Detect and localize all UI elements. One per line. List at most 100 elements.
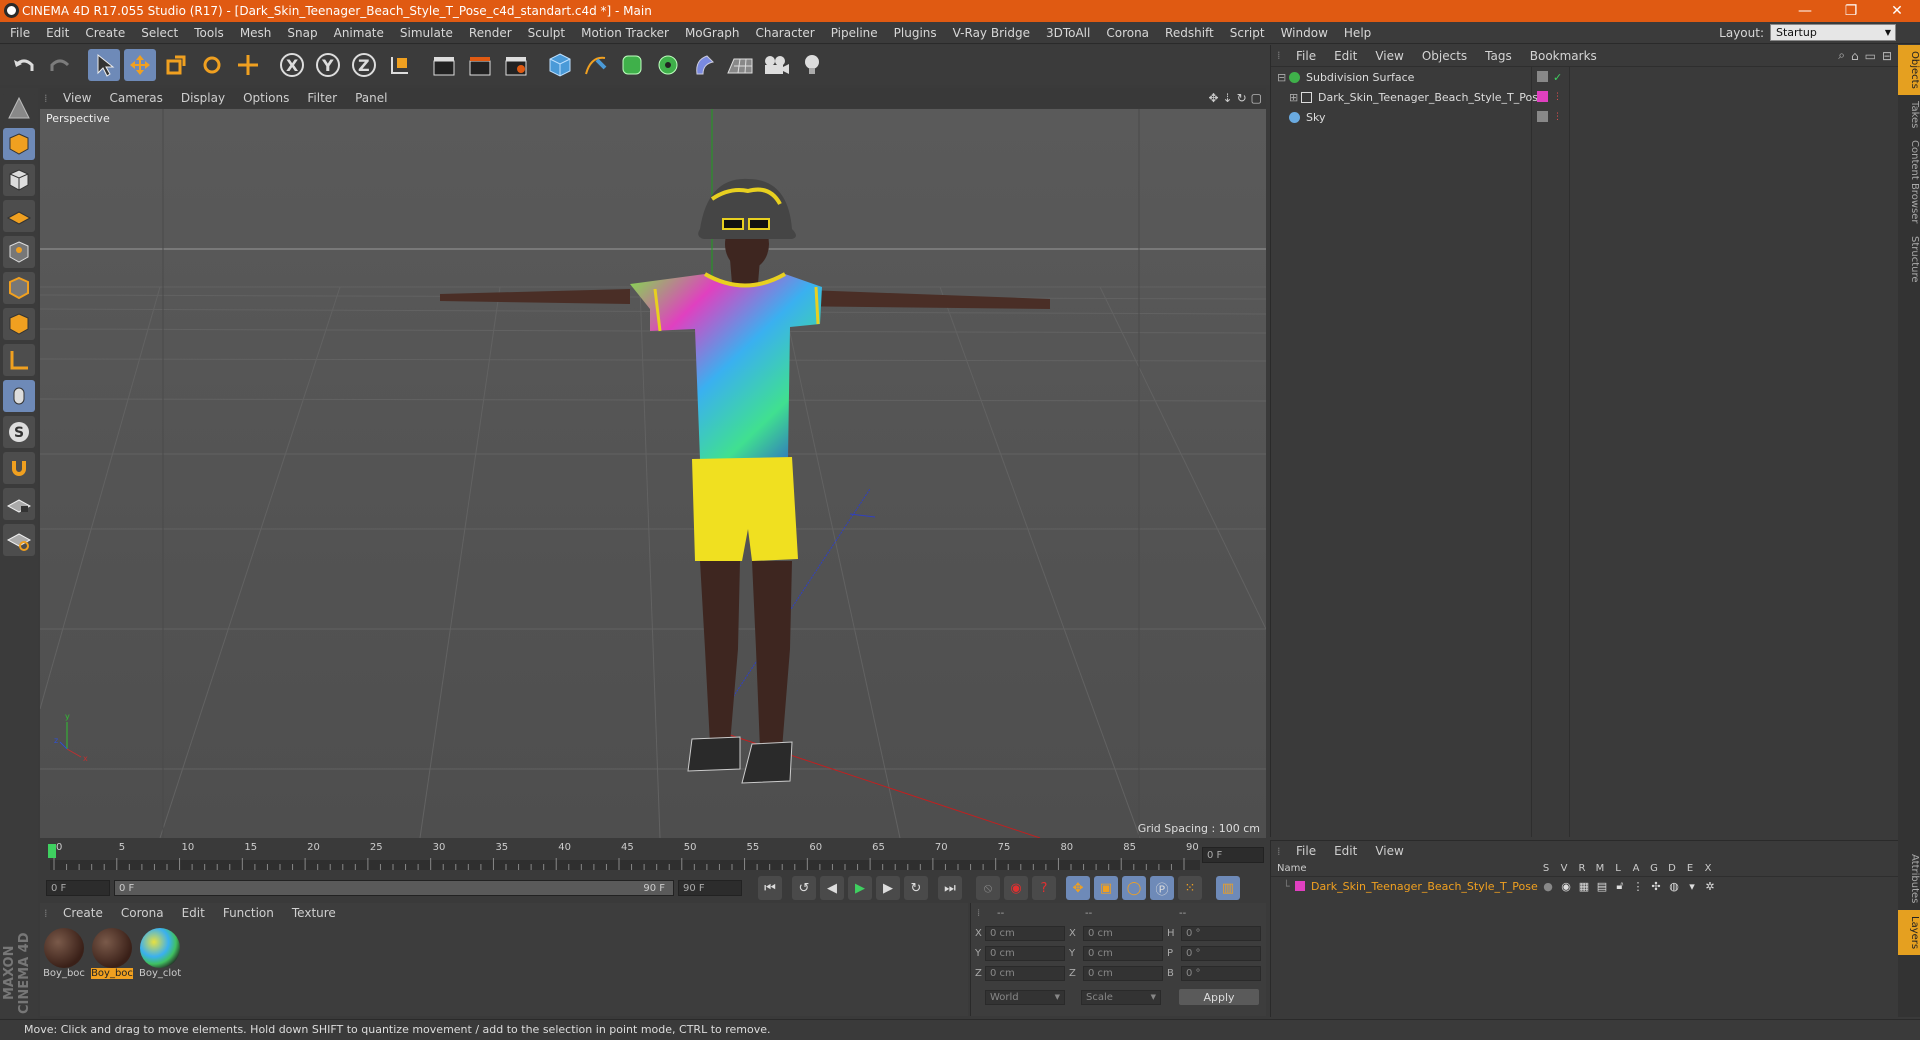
model-mode-button[interactable] [3,128,35,160]
axis-mode-button[interactable] [3,344,35,376]
undo-button[interactable] [8,49,40,81]
keyframe-selection-button[interactable]: ? [1032,876,1056,900]
make-editable-button[interactable] [3,92,35,124]
previous-frame-button[interactable]: ◀ [820,876,844,900]
material-swatch[interactable]: Boy_clot [139,926,181,984]
tab-attributes[interactable]: Attributes [1898,848,1920,909]
layer-menu-file[interactable]: File [1287,841,1325,861]
tab-objects[interactable]: Objects [1898,45,1920,95]
layer-menu-edit[interactable]: Edit [1325,841,1366,861]
deformer-button[interactable] [688,49,720,81]
layer-view-icon[interactable]: ◉ [1557,880,1575,893]
next-frame-button[interactable]: ▶ [876,876,900,900]
menu-item-motion-tracker[interactable]: Motion Tracker [573,22,677,44]
menu-item-plugins[interactable]: Plugins [886,22,945,44]
menu-item-character[interactable]: Character [747,22,822,44]
object-menu-view[interactable]: View [1366,45,1412,67]
visibility-dots-icon[interactable]: ⋮ [1553,92,1562,102]
array-button[interactable] [652,49,684,81]
z-axis-button[interactable]: Z [348,49,380,81]
position-y-field[interactable]: 0 cm [985,945,1065,961]
size-x-field[interactable]: 0 cm [1083,925,1163,941]
timeline-button[interactable]: ▥ [1216,876,1240,900]
tab-structure[interactable]: Structure [1898,230,1920,289]
object-row-character[interactable]: ⊞ Dark_Skin_Teenager_Beach_Style_T_Pose … [1271,87,1898,107]
render-picture-viewer-button[interactable] [464,49,496,81]
layer-render-icon[interactable]: ▦ [1575,880,1593,893]
layer-xref-icon[interactable]: ✲ [1701,880,1719,893]
menu-item-redshift[interactable]: Redshift [1157,22,1222,44]
frame-range-slider[interactable]: 0 F 90 F [114,880,674,896]
viewport-menu-filter[interactable]: Filter [298,88,346,108]
spline-pen-button[interactable] [580,49,612,81]
menu-item-render[interactable]: Render [461,22,520,44]
object-row-sky[interactable]: Sky ⋮ [1271,107,1898,127]
tweak-mode-button[interactable] [3,380,35,412]
layer-animation-icon[interactable]: ⋮ [1629,880,1647,893]
menu-item-v-ray-bridge[interactable]: V-Ray Bridge [945,22,1038,44]
object-menu-file[interactable]: File [1287,45,1325,67]
pan-view-icon[interactable]: ✥ [1208,91,1218,105]
apply-button[interactable]: Apply [1179,989,1259,1005]
menu-item-script[interactable]: Script [1222,22,1273,44]
edges-mode-button[interactable] [3,272,35,304]
layer-menu-view[interactable]: View [1366,841,1412,861]
tab-takes[interactable]: Takes [1898,95,1920,134]
collapse-icon[interactable]: ⊟ [1277,71,1289,84]
menu-item-create[interactable]: Create [77,22,133,44]
go-to-start-button[interactable]: ⏮ [758,876,782,900]
workplane-mode-button[interactable] [3,200,35,232]
material-menu-edit[interactable]: Edit [173,903,214,923]
material-menu-corona[interactable]: Corona [112,903,173,923]
go-to-end-button[interactable]: ⏭ [938,876,962,900]
rotation-h-field[interactable]: 0 ° [1181,925,1261,941]
snap-button[interactable]: S [3,416,35,448]
x-axis-button[interactable]: X [276,49,308,81]
position-z-field[interactable]: 0 cm [985,965,1065,981]
light-button[interactable] [796,49,828,81]
record-active-button[interactable]: ⦸ [976,876,1000,900]
menu-item-file[interactable]: File [2,22,38,44]
search-icon[interactable]: ⌕ [1838,48,1845,63]
planar-workplane-button[interactable] [3,524,35,556]
move-tool-button[interactable] [124,49,156,81]
layer-lock-icon[interactable]: 🔓︎ [1611,879,1629,893]
floor-button[interactable] [724,49,756,81]
material-swatch[interactable]: Boy_boc [91,926,133,984]
select-tool-button[interactable] [88,49,120,81]
cube-button[interactable] [544,49,576,81]
close-button[interactable]: ✕ [1874,0,1920,22]
layer-row[interactable]: └ Dark_Skin_Teenager_Beach_Style_T_Pose … [1271,877,1898,895]
magnet-button[interactable] [3,452,35,484]
menu-item-select[interactable]: Select [133,22,186,44]
layer-solo-icon[interactable]: ● [1539,880,1557,893]
menu-item-snap[interactable]: Snap [279,22,325,44]
material-menu-texture[interactable]: Texture [283,903,345,923]
viewport-menu-view[interactable]: View [54,88,100,108]
layer-deformers-icon[interactable]: ◍ [1665,880,1683,893]
scale-tool-button[interactable] [160,49,192,81]
render-view-button[interactable] [428,49,460,81]
object-row-subdivision[interactable]: ⊟ Subdivision Surface ⋮ ✓ [1271,67,1898,87]
layer-generators-icon[interactable]: ✣ [1647,880,1665,893]
end-frame-field[interactable]: 90 F [678,880,742,896]
rotation-b-field[interactable]: 0 ° [1181,965,1261,981]
tab-layers[interactable]: Layers [1898,909,1920,955]
next-keyframe-button[interactable]: ↻ [904,876,928,900]
live-move-button[interactable] [232,49,264,81]
orbit-view-icon[interactable]: ↻ [1237,91,1247,105]
object-menu-edit[interactable]: Edit [1325,45,1366,67]
home-icon[interactable]: ⌂ [1851,49,1859,63]
size-z-field[interactable]: 0 cm [1083,965,1163,981]
coordinate-system-button[interactable] [384,49,416,81]
menu-item-3dtoall[interactable]: 3DToAll [1038,22,1098,44]
layer-manager-icon[interactable]: ▤ [1593,880,1611,893]
menu-item-sculpt[interactable]: Sculpt [520,22,573,44]
layout-select[interactable]: Startup ▼ [1770,24,1896,41]
rotation-p-field[interactable]: 0 ° [1181,945,1261,961]
parameter-key-button[interactable]: Ⓟ [1150,876,1174,900]
menu-item-simulate[interactable]: Simulate [392,22,461,44]
play-button[interactable]: ▶ [848,876,872,900]
lock-workplane-button[interactable] [3,488,35,520]
enabled-check-icon[interactable]: ✓ [1553,71,1562,84]
